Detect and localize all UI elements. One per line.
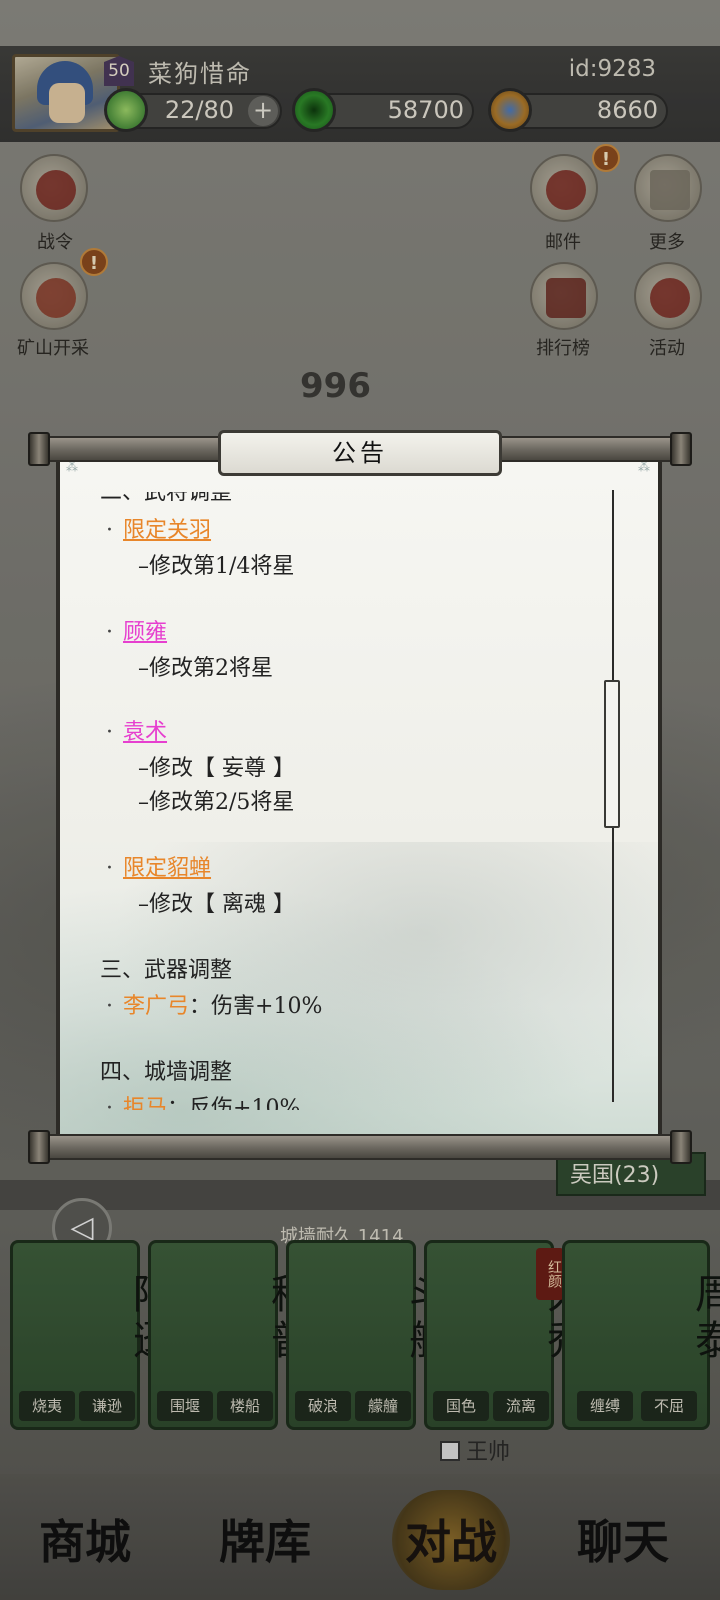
bullet-dot: ·	[106, 620, 113, 645]
notice-content[interactable]: 二、武将调整 · 限定关羽 –修改第1/4将星 · 顾雍 –修改第2将星 · 袁术 –…	[100, 492, 600, 1110]
hero-entry: · 限定貂蝉	[106, 850, 211, 882]
section-heading: 四、城墙调整	[100, 1060, 233, 1085]
rod-cap-left	[28, 1130, 50, 1164]
wall-entry: · 拒马：反伤+10%	[106, 1090, 300, 1110]
wall-item-name: 拒马	[123, 1096, 168, 1110]
scrollbar-thumb[interactable]	[604, 680, 620, 828]
notice-paper: ⁂ ⁂ 二、武将调整 · 限定关羽 –修改第1/4将星 · 顾雍 –修改第2将星 ·…	[56, 462, 662, 1142]
bullet-dot: ·	[106, 720, 113, 745]
hero-entry: · 顾雍	[106, 614, 167, 646]
change-line: –修改【 妄尊 】	[138, 756, 295, 781]
wall-item-effect: ：反伤+10%	[167, 1096, 301, 1110]
hero-entry: · 限定关羽	[106, 512, 211, 544]
hero-link[interactable]: 限定貂蝉	[123, 856, 211, 881]
weapon-effect: ：伤害+10%	[189, 994, 323, 1019]
rod-cap-left	[28, 432, 50, 466]
weapon-name: 李广弓	[123, 994, 190, 1019]
change-line: –修改第1/4将星	[138, 554, 295, 579]
rod-cap-right	[670, 432, 692, 466]
bullet-dot: ·	[106, 518, 113, 543]
corner-ornament: ⁂	[638, 462, 650, 474]
hero-link[interactable]: 顾雍	[123, 620, 167, 645]
rod-cap-right	[670, 1130, 692, 1164]
bullet-dot: ·	[106, 856, 113, 881]
change-line: –修改第2/5将星	[138, 790, 295, 815]
hero-link[interactable]: 限定关羽	[123, 518, 211, 543]
bullet-dot: ·	[106, 994, 113, 1019]
corner-ornament: ⁂	[66, 462, 78, 474]
change-line: –修改第2将星	[138, 656, 273, 681]
section-heading: 二、武将调整	[100, 492, 233, 505]
section-heading: 三、武器调整	[100, 958, 233, 983]
scroll-bottom-rod	[28, 1130, 692, 1164]
weapon-entry: · 李广弓：伤害+10%	[106, 988, 322, 1020]
hero-entry: · 袁术	[106, 714, 167, 746]
bullet-dot: ·	[106, 1096, 113, 1110]
notice-title: 公告	[218, 430, 502, 476]
change-line: –修改【 离魂 】	[138, 892, 295, 917]
hero-link[interactable]: 袁术	[123, 720, 167, 745]
